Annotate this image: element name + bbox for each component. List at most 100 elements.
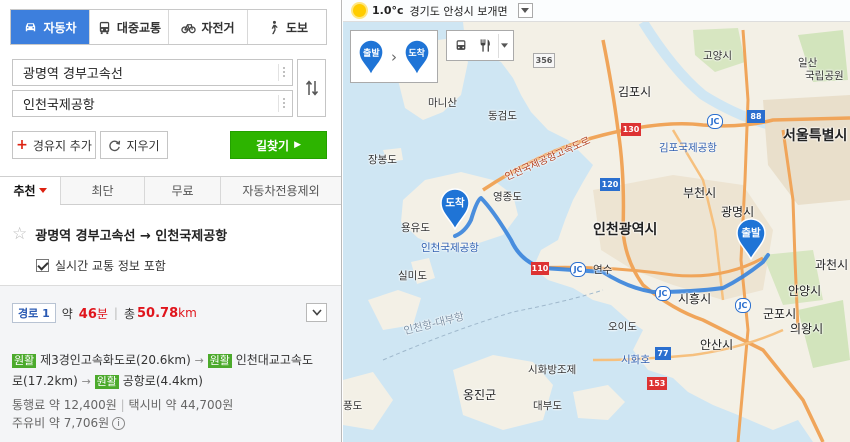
road-number-shield: 120 [600, 178, 620, 191]
directions-panel: 자동차 대중교통 자전거 도보 광명역 경부고속선 인천국제공항 + 경유지 추… [0, 0, 342, 442]
label-national-park: 국립공원 [805, 70, 844, 82]
mode-walk-label: 도보 [285, 20, 309, 35]
road-number-shield: 153 [647, 377, 667, 390]
clear-button[interactable]: 지우기 [100, 131, 168, 159]
label-incheon: 인천광역시 [593, 222, 658, 238]
fee-divider: | [120, 398, 125, 412]
route-endpoints-control[interactable]: 출발 › 도착 [350, 30, 438, 83]
tab-recommended-label: 추천 [13, 184, 36, 198]
mode-bicycle-tab[interactable]: 자전거 [168, 10, 247, 44]
label-gwacheon: 과천시 [815, 258, 849, 272]
add-waypoint-label: 경유지 추가 [32, 138, 92, 153]
tab-no-motorway-label: 자동차전용제외 [242, 184, 320, 198]
transport-mode-tabs: 자동차 대중교통 자전거 도보 [10, 9, 327, 45]
label-sihwaho: 시화호 [621, 354, 650, 366]
fee-info: 통행료 약 12,400원 | 택시비 약 44,700원 주유비 약 7,70… [12, 396, 233, 432]
label-yeonsu: 연수 [593, 264, 613, 276]
map-view[interactable]: 356 130 120 110 77 153 88 서울특별시 인천광역시 김포… [343, 0, 850, 442]
drag-handle-icon[interactable] [278, 64, 288, 81]
mode-walk-tab[interactable]: 도보 [247, 10, 326, 44]
label-yongyu: 용유도 [401, 222, 430, 234]
start-pin-label: 출발 [363, 48, 380, 59]
origin-value: 광명역 경부고속선 [23, 67, 123, 82]
traffic-status-badge: 원활 [94, 375, 119, 389]
label-silmi: 실미도 [398, 270, 427, 282]
origin-input[interactable]: 광명역 경부고속선 [12, 59, 293, 86]
label-seoul: 서울특별시 [783, 128, 848, 144]
weather-location: 경기도 안성시 보개면 [409, 4, 508, 18]
path-segment-3: 공항로(4.4km) [122, 374, 203, 388]
info-icon[interactable]: i [112, 417, 126, 430]
chevron-down-icon [521, 8, 530, 13]
find-route-label: 길찾기 [255, 138, 290, 153]
origin-marker[interactable]: 출발 [735, 218, 767, 261]
tab-free[interactable]: 무료 [144, 177, 220, 204]
jc-marker: JC [655, 286, 671, 301]
label-daebu: 대부도 [533, 400, 562, 412]
bicycle-icon [181, 23, 197, 33]
find-route-button[interactable]: 길찾기 ▶ [230, 131, 327, 159]
swap-button[interactable] [297, 59, 326, 117]
label-gimpo: 김포시 [618, 85, 652, 99]
fuel-cost: 주유비 약 7,706원 [12, 416, 110, 430]
distance-unit: km [178, 305, 197, 320]
route-summary[interactable]: 경로 1 약 46분 | 총 50.78km [12, 303, 197, 323]
drag-handle-icon[interactable] [278, 95, 288, 112]
bus-icon [99, 21, 110, 34]
more-categories-button[interactable] [498, 33, 510, 58]
road-number-shield: 130 [621, 123, 641, 136]
taxi-fee: 택시비 약 44,700원 [128, 398, 234, 412]
route-option-tabs: 추천 최단 무료 자동차전용제외 [0, 176, 341, 205]
start-pin: 출발 [358, 40, 384, 74]
label-siheung: 시흥시 [678, 292, 712, 306]
destination-input[interactable]: 인천국제공항 [12, 90, 293, 117]
path-arrow: → [81, 375, 91, 388]
traffic-status-badge: 원활 [207, 354, 232, 368]
mode-transit-tab[interactable]: 대중교통 [89, 10, 168, 44]
path-arrow: → [194, 354, 204, 367]
label-goyang: 고양시 [703, 50, 732, 62]
mode-car-tab[interactable]: 자동차 [11, 10, 89, 44]
jc-marker: JC [707, 114, 723, 129]
road-number-shield: 356 [533, 53, 555, 68]
route-number-badge: 경로 1 [12, 303, 56, 323]
add-waypoint-button[interactable]: + 경유지 추가 [12, 131, 96, 159]
weather-dropdown-button[interactable] [517, 3, 533, 18]
chevron-down-icon [501, 43, 508, 48]
label-bucheon: 부천시 [683, 186, 717, 200]
realtime-checkbox[interactable] [36, 259, 49, 272]
distance-value: 50.78 [137, 305, 179, 321]
time-value: 46 [78, 306, 97, 322]
path-segment-2a: 인천대교고속도 [235, 353, 313, 367]
label-ansan: 안산시 [700, 338, 734, 352]
time-unit: 분 [96, 306, 108, 321]
road-number-shield: 110 [531, 262, 549, 275]
chevron-right-icon: › [390, 47, 397, 66]
destination-marker-label: 도착 [445, 197, 465, 209]
bus-poi-button[interactable] [450, 34, 472, 58]
star-icon[interactable]: ☆ [12, 224, 27, 244]
label-dongmak: 동검도 [488, 110, 517, 122]
temperature: 1.0°c [372, 4, 404, 17]
label-uiwang: 의왕시 [790, 322, 824, 336]
jc-marker: JC [735, 298, 751, 313]
expand-route-button[interactable] [306, 303, 327, 322]
tab-shortest[interactable]: 최단 [60, 177, 144, 204]
jc-marker: JC [570, 262, 586, 277]
tab-recommended[interactable]: 추천 [0, 177, 60, 205]
sun-icon [353, 4, 366, 17]
fork-knife-icon [480, 39, 490, 52]
label-gimpo-airport: 김포국제공항 [659, 142, 717, 154]
restaurant-poi-button[interactable] [474, 34, 496, 58]
realtime-traffic-option: 실시간 교통 정보 포함 [36, 257, 166, 274]
tab-no-motorway[interactable]: 자동차전용제외 [220, 177, 341, 204]
clear-label: 지우기 [126, 138, 160, 153]
route-result: 경로 1 약 46분 | 총 50.78km 원활 제3경인고속화도로(20.6… [0, 285, 341, 442]
label-yeongjong: 영종도 [493, 191, 522, 203]
label-jangbong: 장봉도 [368, 154, 397, 166]
label-anyang: 안양시 [788, 284, 822, 298]
tab-shortest-label: 최단 [91, 184, 114, 198]
destination-marker[interactable]: 도착 [439, 188, 471, 231]
destination-value: 인천국제공항 [23, 98, 95, 113]
realtime-label: 실시간 교통 정보 포함 [55, 259, 166, 273]
